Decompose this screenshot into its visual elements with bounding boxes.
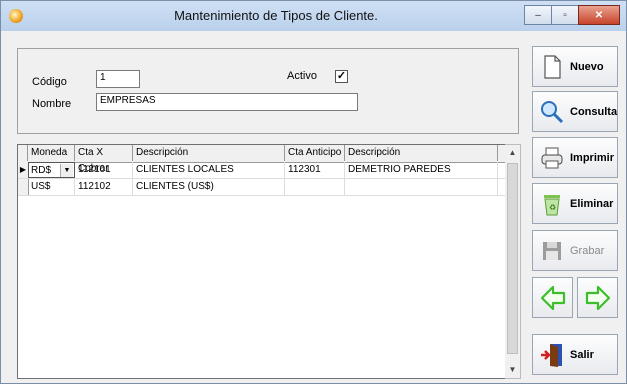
window-controls: ‒ ▫ ✕	[524, 5, 620, 25]
minimize-button[interactable]: ‒	[524, 5, 552, 25]
row-selector-header	[18, 145, 28, 161]
moneda-dropdown-icon[interactable]: ▼	[60, 164, 73, 177]
grabar-button[interactable]: Grabar	[532, 230, 618, 271]
exit-door-icon	[541, 343, 562, 367]
cta-cobrar-cell[interactable]: 112101	[75, 162, 133, 178]
previous-button[interactable]	[532, 277, 573, 318]
close-button[interactable]: ✕	[578, 5, 620, 25]
activo-checkbox[interactable]: ✓	[335, 70, 348, 83]
svg-text:♻: ♻	[549, 203, 556, 212]
maximize-button[interactable]: ▫	[551, 5, 579, 25]
nombre-input[interactable]: EMPRESAS	[96, 93, 358, 111]
grid-header: Moneda Cta X Cobrar Descripción Cta Anti…	[18, 145, 506, 174]
window-title: Mantenimiento de Tipos de Cliente.	[174, 8, 378, 23]
col-moneda[interactable]: Moneda	[28, 145, 75, 161]
col-cta-x-cobrar[interactable]: Cta X Cobrar	[75, 145, 133, 174]
nuevo-label: Nuevo	[570, 60, 604, 73]
cta-anticipo-cell[interactable]	[285, 179, 345, 195]
table-row[interactable]: US$ 112102 CLIENTES (US$)	[18, 179, 506, 196]
tipos-cliente-grid: Moneda Cta X Cobrar Descripción Cta Anti…	[17, 144, 507, 379]
moneda-cell[interactable]: RD$ ▼	[28, 162, 75, 178]
eliminar-button[interactable]: ♻ Eliminar	[532, 183, 618, 224]
consulta-button[interactable]: Consulta	[532, 91, 618, 132]
salir-button[interactable]: Salir	[532, 334, 618, 375]
nuevo-button[interactable]: Nuevo	[532, 46, 618, 87]
printer-icon	[541, 147, 563, 168]
table-row[interactable]: ▶ RD$ ▼ 112101 CLIENTES LOCALES 112301 D…	[18, 162, 506, 179]
arrow-left-icon	[540, 285, 565, 310]
grabar-label: Grabar	[570, 244, 605, 257]
descripcion-cell[interactable]: CLIENTES (US$)	[133, 179, 285, 195]
arrow-right-icon	[585, 285, 610, 310]
cta-cobrar-cell[interactable]: 112102	[75, 179, 133, 195]
next-button[interactable]	[577, 277, 618, 318]
descripcion-2-cell[interactable]: DEMETRIO PAREDES	[345, 162, 498, 178]
moneda-value: RD$	[31, 165, 52, 176]
codigo-input[interactable]: 1	[96, 70, 140, 88]
col-descripcion-2[interactable]: Descripción	[345, 145, 498, 161]
moneda-cell[interactable]: US$	[28, 179, 75, 195]
cta-anticipo-cell[interactable]: 112301	[285, 162, 345, 178]
grid-vertical-scrollbar[interactable]: ▲ ▼	[505, 144, 521, 379]
search-icon	[541, 100, 564, 123]
salir-label: Salir	[570, 348, 594, 361]
descripcion-cell[interactable]: CLIENTES LOCALES	[133, 162, 285, 178]
descripcion-2-cell[interactable]	[345, 179, 498, 195]
col-cta-anticipo[interactable]: Cta Anticipo	[285, 145, 345, 161]
title-bar: Mantenimiento de Tipos de Cliente. ‒ ▫ ✕	[1, 1, 626, 31]
scroll-thumb[interactable]	[507, 163, 518, 354]
consulta-label: Consulta	[570, 105, 618, 118]
nombre-label: Nombre	[32, 98, 72, 110]
recycle-bin-icon: ♻	[544, 194, 560, 215]
eliminar-label: Eliminar	[570, 197, 614, 210]
new-document-icon	[544, 54, 561, 79]
imprimir-label: Imprimir	[570, 151, 615, 164]
save-disk-icon	[543, 241, 561, 260]
imprimir-button[interactable]: Imprimir	[532, 137, 618, 178]
main-window: Mantenimiento de Tipos de Cliente. ‒ ▫ ✕…	[0, 0, 627, 384]
scroll-up-icon[interactable]: ▲	[505, 145, 520, 161]
activo-label: Activo	[287, 70, 317, 82]
col-descripcion[interactable]: Descripción	[133, 145, 285, 161]
header-fields-panel: Código 1 Activo ✓ Nombre EMPRESAS	[17, 48, 519, 134]
scroll-down-icon[interactable]: ▼	[505, 362, 520, 378]
codigo-label: Código	[32, 76, 67, 88]
client-area: Código 1 Activo ✓ Nombre EMPRESAS Moneda…	[7, 34, 522, 381]
